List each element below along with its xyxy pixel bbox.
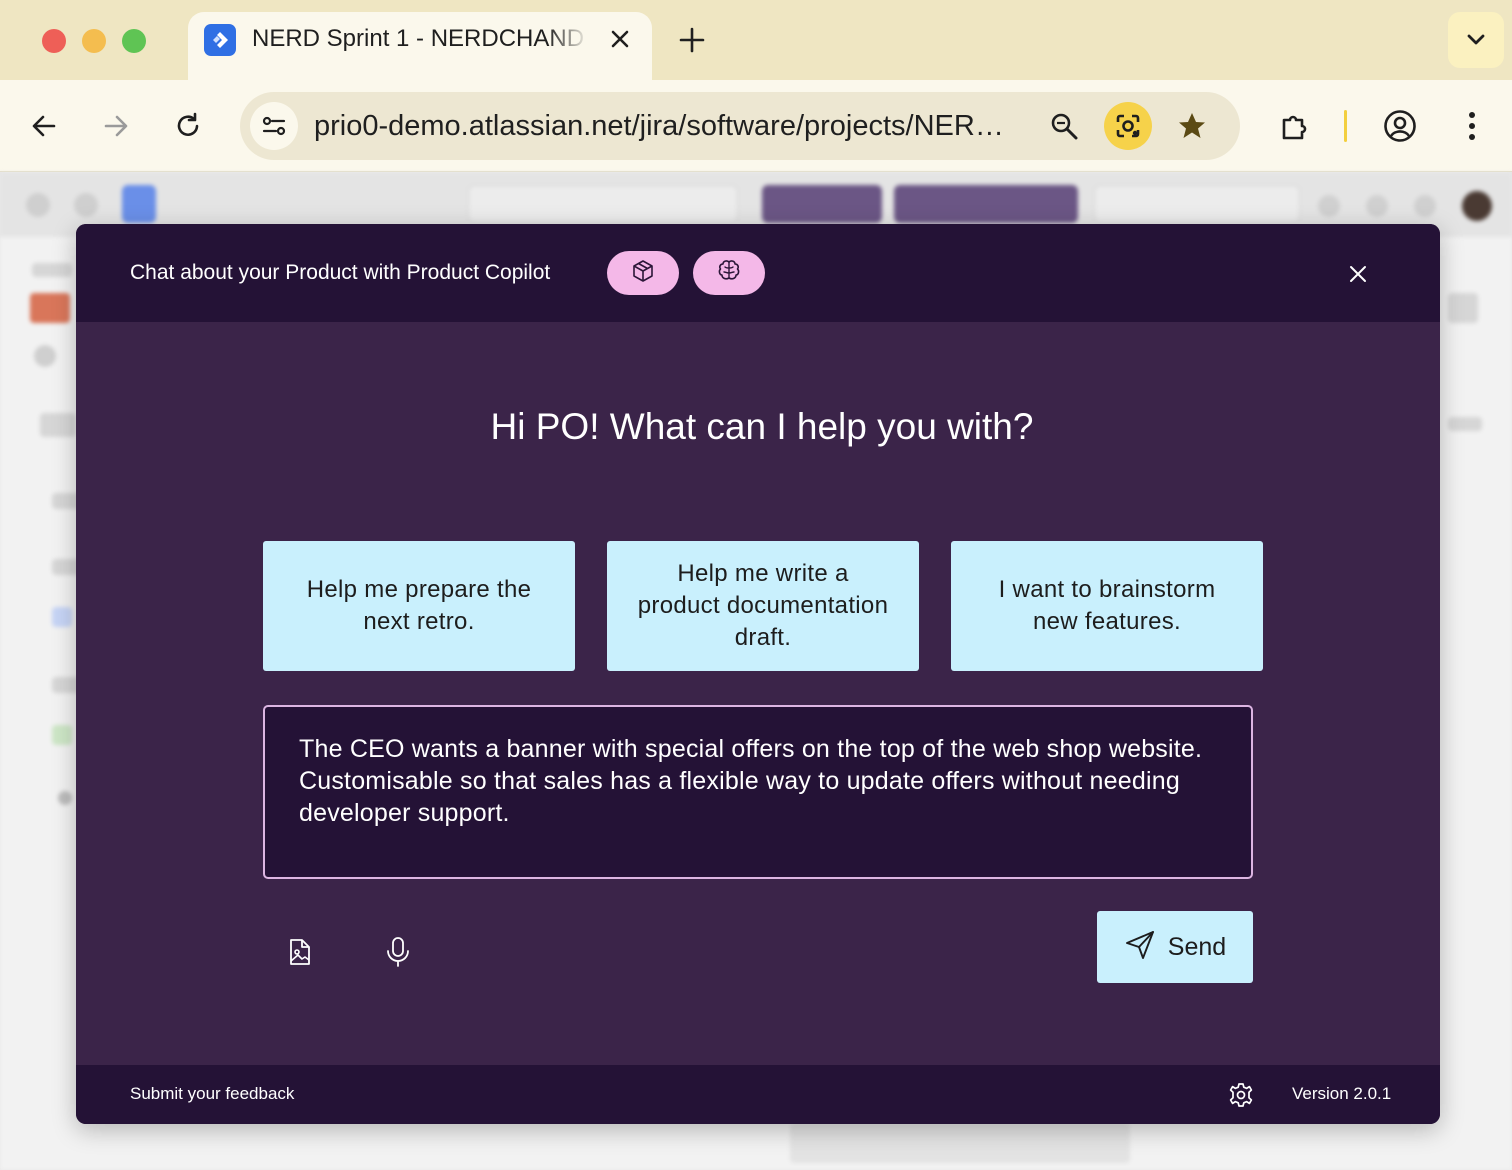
profile-icon[interactable] [1380, 106, 1420, 146]
bookmark-star-icon[interactable] [1168, 102, 1216, 150]
tab-strip: NERD Sprint 1 - NERDCHAND [0, 0, 1512, 80]
reload-icon[interactable] [168, 106, 208, 146]
window-close-button[interactable] [42, 29, 66, 53]
menu-icon[interactable] [1452, 106, 1492, 146]
window-minimize-button[interactable] [82, 29, 106, 53]
send-button[interactable]: Send [1097, 911, 1253, 983]
brain-chip-button[interactable] [693, 251, 765, 295]
address-bar[interactable]: prio0-demo.atlassian.net/jira/software/p… [240, 92, 1240, 160]
zoom-icon[interactable] [1040, 102, 1088, 150]
settings-gear-icon[interactable] [1226, 1080, 1256, 1110]
suggestion-documentation-button[interactable]: Help me write a product documentation dr… [607, 541, 919, 671]
prompt-textarea[interactable]: The CEO wants a banner with special offe… [263, 705, 1253, 879]
toolbar-divider [1344, 110, 1347, 142]
browser-tab[interactable]: NERD Sprint 1 - NERDCHAND [188, 12, 652, 80]
google-lens-icon[interactable] [1104, 102, 1152, 150]
modal-title: Chat about your Product with Product Cop… [130, 261, 551, 284]
suggestion-retro-button[interactable]: Help me prepare the next retro. [263, 541, 575, 671]
cube-icon [631, 259, 655, 288]
modal-header: Chat about your Product with Product Cop… [76, 224, 1440, 322]
jira-favicon-icon [204, 24, 236, 56]
window-zoom-button[interactable] [122, 29, 146, 53]
new-tab-icon[interactable] [674, 22, 710, 58]
tab-title: NERD Sprint 1 - NERDCHAND [252, 25, 585, 52]
back-icon[interactable] [24, 106, 64, 146]
version-label: Version 2.0.1 [1292, 1084, 1392, 1103]
attach-image-icon[interactable] [278, 930, 322, 974]
browser-toolbar: prio0-demo.atlassian.net/jira/software/p… [0, 80, 1512, 172]
tab-search-icon[interactable] [1448, 12, 1504, 68]
copilot-modal: Chat about your Product with Product Cop… [76, 224, 1440, 1124]
product-chip-button[interactable] [607, 251, 679, 295]
brain-icon [716, 258, 742, 289]
feedback-link[interactable]: Submit your feedback [130, 1084, 294, 1104]
send-icon [1124, 929, 1156, 966]
send-label: Send [1167, 932, 1227, 961]
close-tab-icon[interactable] [606, 25, 634, 53]
site-info-icon[interactable] [250, 102, 298, 150]
microphone-icon[interactable] [376, 930, 420, 974]
greeting-heading: Hi PO! What can I help you with? [490, 406, 1034, 447]
suggestion-brainstorm-button[interactable]: I want to brainstorm new features. [951, 541, 1263, 671]
modal-footer: Submit your feedback Version 2.0.1 [76, 1065, 1440, 1124]
forward-icon[interactable] [96, 106, 136, 146]
extensions-icon[interactable] [1274, 106, 1314, 146]
url-text[interactable]: prio0-demo.atlassian.net/jira/software/p… [314, 110, 1024, 143]
close-icon[interactable] [1340, 256, 1376, 292]
